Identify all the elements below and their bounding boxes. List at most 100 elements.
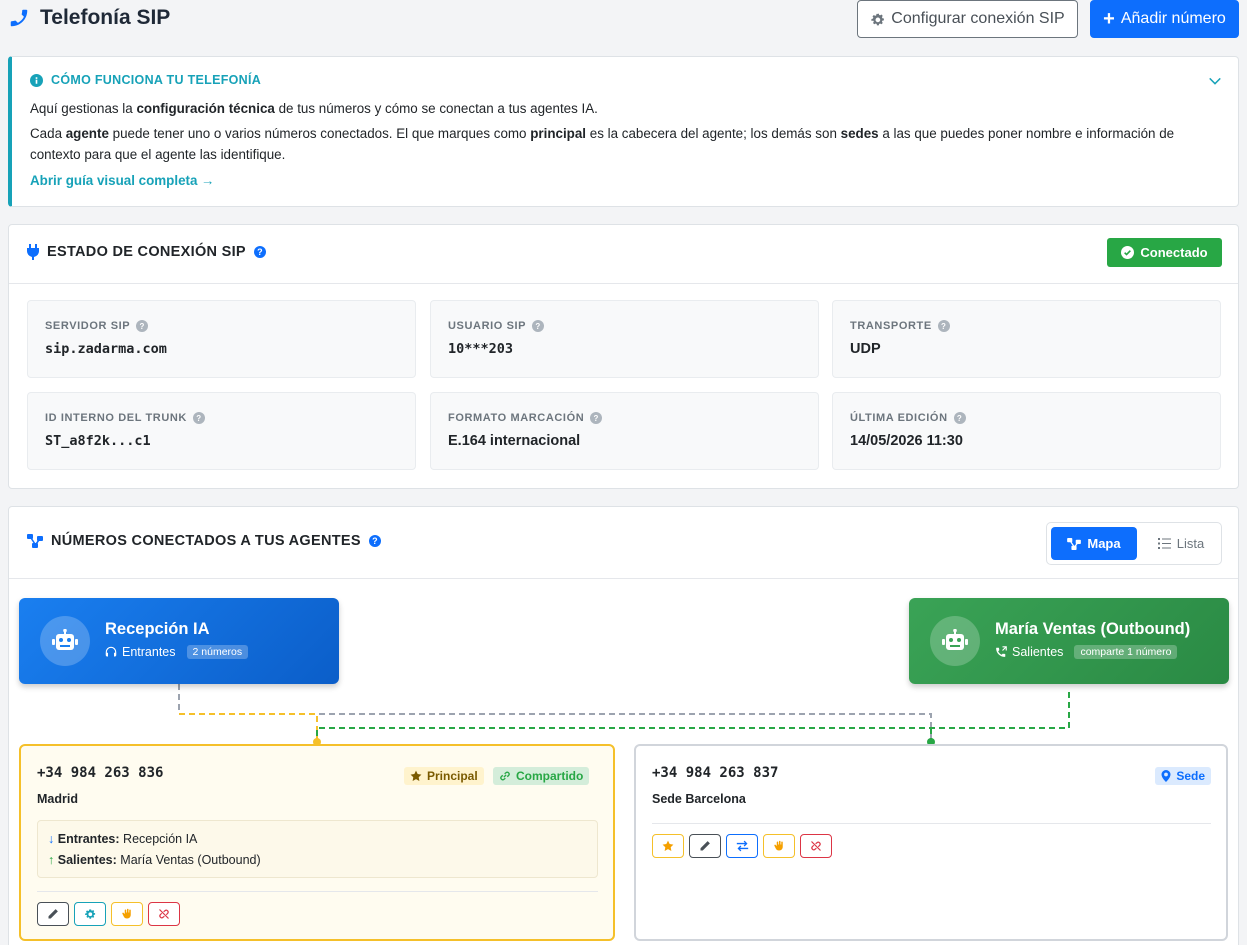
unlink-icon xyxy=(811,841,821,851)
sip-status-header: ESTADO DE CONEXIÓN SIP ? xyxy=(27,244,266,260)
help-icon[interactable]: ? xyxy=(937,320,950,332)
agent-card-recepcion[interactable]: Recepción IA Entrantes 2 números xyxy=(19,598,339,684)
shared-label: Compartido xyxy=(516,769,584,783)
add-number-button[interactable]: + Añadir número xyxy=(1090,0,1239,38)
info-text: Cada xyxy=(30,126,66,141)
divider xyxy=(9,283,1238,284)
check-circle-icon xyxy=(1121,246,1135,259)
connected-numbers-title: NÚMEROS CONECTADOS A TUS AGENTES xyxy=(51,533,361,549)
pencil-icon xyxy=(700,841,710,851)
divider xyxy=(37,891,598,892)
field-label: FORMATO MARCACIÓN? xyxy=(448,412,603,424)
how-it-works-title: CÓMO FUNCIONA TU TELEFONÍA xyxy=(51,73,262,87)
agent-direction-label: Salientes xyxy=(1012,645,1064,659)
collapse-chevron-icon[interactable] xyxy=(1208,74,1222,91)
help-icon[interactable]: ? xyxy=(368,535,381,547)
shared-badge: Compartido xyxy=(493,767,590,785)
agent-direction: Entrantes 2 números xyxy=(105,645,249,659)
configure-sip-label: Configurar conexión SIP xyxy=(891,10,1065,27)
page-header: Telefonía SIP Configurar conexión SIP + … xyxy=(0,0,1247,40)
unlink-icon xyxy=(159,909,169,919)
info-paragraph-2: Cada agente puede tener uno o varios núm… xyxy=(30,123,1220,165)
connected-badge: Conectado xyxy=(1107,238,1222,267)
number-card-madrid[interactable]: +34 984 263 836 Madrid Principal Compart… xyxy=(19,744,615,941)
test-call-button[interactable] xyxy=(763,834,795,858)
title-wrap: Telefonía SIP xyxy=(8,6,170,30)
help-icon[interactable]: ? xyxy=(253,246,266,258)
help-icon[interactable]: ? xyxy=(136,320,149,332)
view-map-button[interactable]: Mapa xyxy=(1051,527,1137,560)
card-actions xyxy=(652,834,832,858)
connected-label: Conectado xyxy=(1140,245,1208,260)
gear-icon xyxy=(85,909,96,919)
star-icon xyxy=(662,840,674,851)
network-icon xyxy=(1067,537,1082,550)
field-dial-format: FORMATO MARCACIÓN? E.164 internacional xyxy=(430,392,819,470)
incoming-label: Entrantes: xyxy=(57,832,120,846)
edit-button[interactable] xyxy=(689,834,721,858)
principal-label: Principal xyxy=(427,769,478,783)
disconnect-button[interactable] xyxy=(800,834,832,858)
visual-guide-link[interactable]: Abrir guía visual completa → xyxy=(30,173,215,188)
arrow-down-icon: ↓ xyxy=(48,832,55,846)
settings-button[interactable] xyxy=(74,902,106,926)
agent-direction-label: Entrantes xyxy=(122,645,176,659)
phone-number: +34 984 263 837 xyxy=(652,765,779,781)
field-trunk-id: ID INTERNO DEL TRUNK? ST_a8f2k...c1 xyxy=(27,392,416,470)
agent-name: Recepción IA xyxy=(105,620,210,638)
help-icon[interactable]: ? xyxy=(192,412,205,424)
number-location: Madrid xyxy=(37,792,78,806)
info-text: Aquí gestionas la xyxy=(30,101,137,116)
outgoing-label: Salientes: xyxy=(57,853,117,867)
hand-icon xyxy=(122,908,131,919)
agent-card-maria[interactable]: María Ventas (Outbound) Salientes compar… xyxy=(909,598,1229,684)
connector-maria xyxy=(316,692,1070,740)
incoming-route: ↓ Entrantes: Recepción IA xyxy=(48,829,587,850)
hand-icon xyxy=(774,840,783,851)
phone-number: +34 984 263 836 xyxy=(37,765,164,781)
field-sip-server: SERVIDOR SIP? sip.zadarma.com xyxy=(27,300,416,378)
make-principal-button[interactable] xyxy=(652,834,684,858)
map-pin-icon xyxy=(1161,770,1171,782)
connector-recepcion-main xyxy=(179,713,318,740)
info-icon xyxy=(30,73,43,87)
field-label-text: ÚLTIMA EDICIÓN xyxy=(850,412,948,424)
page-title: Telefonía SIP xyxy=(40,6,171,29)
outgoing-agent: María Ventas (Outbound) xyxy=(120,853,261,867)
help-icon[interactable]: ? xyxy=(590,412,603,424)
field-value: ST_a8f2k...c1 xyxy=(45,433,151,449)
view-map-label: Mapa xyxy=(1087,536,1121,551)
gear-icon xyxy=(871,12,885,25)
field-last-edit: ÚLTIMA EDICIÓN? 14/05/2026 11:30 xyxy=(832,392,1221,470)
phone-outgoing-icon xyxy=(996,646,1007,657)
arrow-up-icon: ↑ xyxy=(48,853,55,867)
help-icon[interactable]: ? xyxy=(953,412,966,424)
field-label: SERVIDOR SIP? xyxy=(45,320,149,332)
number-location: Sede Barcelona xyxy=(652,792,746,806)
edit-button[interactable] xyxy=(37,902,69,926)
configure-sip-button[interactable]: Configurar conexión SIP xyxy=(857,0,1078,38)
divider xyxy=(652,823,1211,824)
sede-badge: Sede xyxy=(1155,767,1211,785)
field-label: USUARIO SIP? xyxy=(448,320,545,332)
link-icon xyxy=(500,771,510,781)
info-bold: principal xyxy=(530,126,587,141)
info-bold: configuración técnica xyxy=(136,101,275,116)
help-icon[interactable]: ? xyxy=(532,320,545,332)
field-label-text: SERVIDOR SIP xyxy=(45,320,131,332)
star-icon xyxy=(410,770,422,781)
test-call-button[interactable] xyxy=(111,902,143,926)
field-label: TRANSPORTE? xyxy=(850,320,950,332)
info-paragraph-1: Aquí gestionas la configuración técnica … xyxy=(30,98,1220,119)
view-toggle: Mapa Lista xyxy=(1046,522,1222,565)
number-card-barcelona[interactable]: +34 984 263 837 Sede Barcelona Sede xyxy=(634,744,1228,941)
agent-connectors xyxy=(178,684,1070,746)
list-icon xyxy=(1157,538,1171,549)
view-list-label: Lista xyxy=(1176,536,1205,551)
plug-icon xyxy=(27,244,39,260)
view-list-button[interactable]: Lista xyxy=(1143,527,1219,560)
transfer-button[interactable] xyxy=(726,834,758,858)
info-bold: sedes xyxy=(840,126,879,141)
field-label: ID INTERNO DEL TRUNK? xyxy=(45,412,205,424)
disconnect-button[interactable] xyxy=(148,902,180,926)
